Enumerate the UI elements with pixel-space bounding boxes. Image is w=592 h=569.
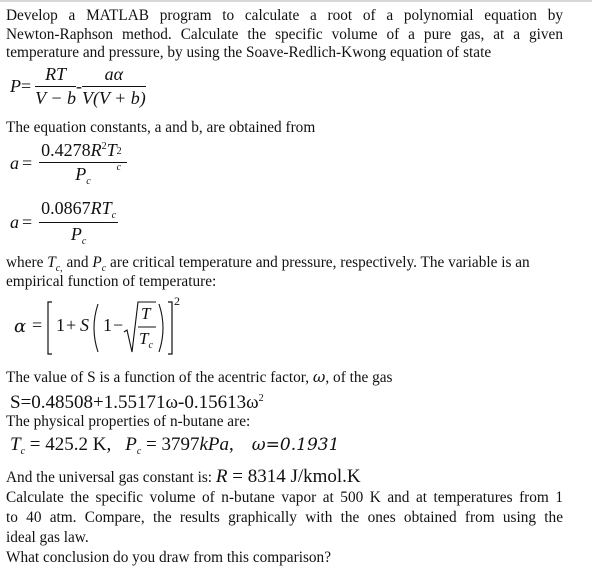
where-mid: and xyxy=(62,254,93,271)
intro-line-1: Develop a MATLAB program to calculate a … xyxy=(6,6,563,26)
alpha-equals: = xyxy=(32,315,43,335)
task-line-3: ideal gas law. xyxy=(6,529,89,546)
numerator-RT: RT xyxy=(35,64,76,87)
P-symbol: P xyxy=(70,224,82,244)
equation-b: a = 0.0867RTc Pc xyxy=(10,198,119,247)
Pc-value: = 3797 xyxy=(141,434,200,455)
right-square-bracket xyxy=(168,301,173,355)
T-symbol: T xyxy=(106,140,117,160)
constants-intro: The equation constants, a and b, are obt… xyxy=(6,119,316,136)
task-line-1: Calculate the specific volume of n-butan… xyxy=(6,488,563,508)
s-equation-exponent: 2 xyxy=(258,393,264,404)
T-subscript: c xyxy=(111,210,117,221)
where-pre: where xyxy=(6,254,48,271)
left-square-bracket xyxy=(47,301,52,355)
where-line-2: empirical function of temperature: xyxy=(6,273,217,290)
eq-equals: = xyxy=(21,76,32,96)
coef: 0.0867 xyxy=(41,198,91,218)
properties-intro: The physical properties of n-butane are: xyxy=(6,413,251,430)
task-line-1-text: Calculate the specific volume of n-butan… xyxy=(6,489,563,506)
fraction-b: 0.0867RTc Pc xyxy=(39,198,119,247)
one: 1 xyxy=(56,315,65,335)
numerator-b: 0.0867RTc xyxy=(39,198,119,223)
eq-a-lhs: a xyxy=(10,153,19,173)
question: What conclusion do you draw from this co… xyxy=(6,549,331,566)
one-inner: 1 xyxy=(103,315,112,335)
s-equation-text: S=0.48508+1.55171ω-0.15613ω xyxy=(10,392,259,413)
eq-a-equals: = xyxy=(22,153,33,173)
Tc-subscript: c xyxy=(148,340,153,351)
fraction-a-alpha-over-vvb: aα V(V + b) xyxy=(81,64,146,109)
Pc-symbol: P xyxy=(125,434,137,455)
minus: − xyxy=(113,315,124,335)
P-subscript: c xyxy=(81,236,87,247)
srk-equation: P= RT V − b - aα V(V + b) xyxy=(10,64,146,109)
left-paren xyxy=(93,303,99,353)
Tc-symbol: T xyxy=(10,434,21,455)
Pc-symbol: P xyxy=(92,254,102,271)
Pc-comma: , xyxy=(229,434,234,455)
fraction-rt-over-v-minus-b: RT V − b xyxy=(35,64,76,109)
denominator-V-V-plus-b: V(V + b) xyxy=(81,88,146,108)
eq-b-equals: = xyxy=(22,212,33,232)
R-symbol: R xyxy=(90,140,102,160)
T-numerator: T xyxy=(141,304,151,323)
omega-value: ω=0.1931 xyxy=(251,435,340,455)
equation-a: a = 0.4278R2T 2 c Pc xyxy=(10,140,127,187)
where-line-1: where Tc, and Pc are critical temperatur… xyxy=(6,253,563,273)
plus: + xyxy=(66,315,77,335)
denominator-b: Pc xyxy=(39,223,118,247)
R-symbol: R xyxy=(215,466,228,487)
gas-constant-pre: And the universal gas constant is: xyxy=(6,469,216,486)
omega-symbol: ω xyxy=(312,368,326,386)
alpha-exponent: 2 xyxy=(174,294,180,308)
Tc-value: = 425.2 K, xyxy=(25,434,112,455)
alpha-lhs: α xyxy=(14,316,27,337)
s-intro: The value of S is a function of the acen… xyxy=(6,367,393,388)
Pc-unit: kPa xyxy=(199,434,230,455)
Tc-denominator: Tc xyxy=(139,329,153,351)
T-exponent: 2 xyxy=(116,146,122,157)
coef: 0.4278 xyxy=(41,140,91,160)
task-line-2: to 40 atm. Compare, the results graphica… xyxy=(6,508,563,528)
Tc-symbol: T xyxy=(47,254,56,271)
T-subscript: c xyxy=(116,162,122,173)
numerator-a-alpha: aα xyxy=(81,64,146,87)
denominator-V-minus-b: V − b xyxy=(35,88,76,108)
eq-lhs-P: P xyxy=(10,76,21,96)
intro-line-2: Newton-Raphson method. Calculate the spe… xyxy=(6,25,563,45)
s-intro-post: , of the gas xyxy=(325,369,393,386)
S-symbol: S xyxy=(80,315,89,335)
P-subscript: c xyxy=(86,176,91,187)
numerator-a: 0.4278R2T 2 c xyxy=(39,140,127,173)
intro-line-2-text: Newton-Raphson method. Calculate the spe… xyxy=(6,26,563,43)
properties-line: Tc = 425.2 K, Pc = 3797kPa, ω=0.1931 xyxy=(10,433,339,464)
s-equation: S=0.48508+1.55171ω-0.15613ω2 xyxy=(10,387,264,415)
gas-constant-line: And the universal gas constant is: R = 8… xyxy=(6,465,361,490)
fraction-a: 0.4278R2T 2 c Pc xyxy=(39,140,127,187)
P-symbol: P xyxy=(75,164,87,184)
where-post: are critical temperature and pressure, r… xyxy=(106,254,530,271)
intro-line-3: temperature and pressure, by using the S… xyxy=(6,44,492,61)
R-value: = 8314 J/kmol.K xyxy=(227,466,361,487)
intro-line-1-text: Develop a MATLAB program to calculate a … xyxy=(6,7,563,24)
s-intro-pre: The value of S is a function of the acen… xyxy=(6,369,313,386)
task-line-2-text: to 40 atm. Compare, the results graphica… xyxy=(6,509,563,526)
RT-symbol: RT xyxy=(90,198,112,218)
denominator-a: Pc xyxy=(39,163,127,187)
eq-b-lhs: a xyxy=(10,212,19,232)
alpha-equation: α = 1 + S 1 − T Tc 2 xyxy=(8,294,198,360)
right-paren xyxy=(158,303,164,353)
